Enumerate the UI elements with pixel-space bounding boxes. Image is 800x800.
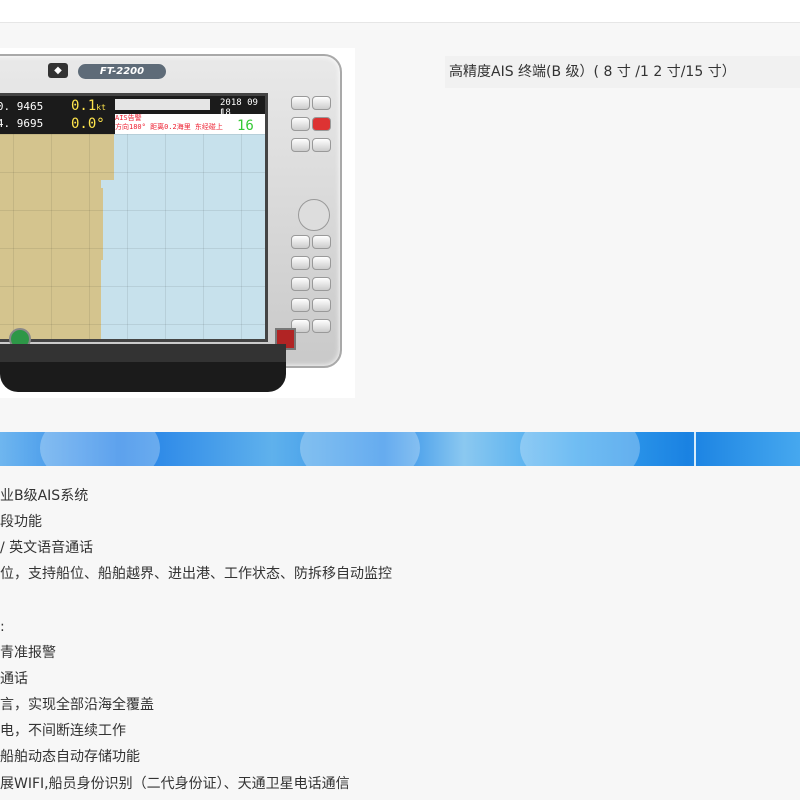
product-title: 高精度AIS 终端(B 级）( 8 寸 /1 2 寸/15 寸）	[445, 56, 800, 88]
device-key	[291, 138, 310, 152]
feature-item: 船舶动态自动存储功能	[0, 749, 140, 765]
device-screen: ° 20. 9465 ° 04. 9695 0.1kt 0.0° 2018 09…	[0, 93, 268, 342]
screen-menu-strip	[115, 99, 210, 110]
device-key	[312, 235, 331, 249]
mob-key	[312, 117, 331, 131]
banner-highlight	[520, 432, 640, 466]
feature-item: 通话	[0, 671, 28, 687]
decorative-banner	[0, 432, 800, 466]
course-readout: 0.0°	[71, 116, 105, 132]
top-bar	[0, 0, 800, 23]
feature-item: 电，不间断连续工作	[0, 723, 126, 739]
device-key	[291, 277, 310, 291]
device-keypad	[288, 96, 334, 341]
model-name: FT-2200	[78, 64, 166, 79]
longitude-readout: ° 04. 9695	[0, 117, 44, 130]
device-key	[291, 117, 310, 131]
product-image: ◆ FT-2200 ° 20. 9465 ° 04. 9695 0.1kt 0.…	[0, 48, 355, 398]
banner-highlight	[300, 432, 420, 466]
brand-logo: ◆	[48, 63, 68, 78]
feature-item: / 英文语音通话	[0, 540, 94, 556]
feature-item: :	[0, 619, 5, 635]
device-key	[291, 256, 310, 270]
banner-divider	[694, 432, 696, 466]
direction-pad	[298, 199, 330, 231]
feature-item: 段功能	[0, 514, 42, 530]
nautical-chart	[0, 134, 265, 339]
device-key	[312, 277, 331, 291]
latitude-readout: ° 20. 9465	[0, 100, 44, 113]
feature-item: 业B级AIS系统	[0, 488, 89, 504]
screen-status-bar: ° 20. 9465 ° 04. 9695 0.1kt 0.0° 2018 09…	[0, 96, 265, 134]
channel-readout: 16	[237, 118, 254, 134]
feature-item: 青准报警	[0, 645, 56, 661]
speed-readout: 0.1kt	[71, 98, 106, 114]
device-stand	[0, 344, 286, 392]
device-key	[312, 138, 331, 152]
device-key	[312, 298, 331, 312]
device-key	[291, 96, 310, 110]
device-key	[291, 298, 310, 312]
feature-item: 位，支持船位、船舶越界、进出港、工作状态、防拆移自动监控	[0, 566, 392, 582]
feature-list: 业B级AIS系统 段功能 / 英文语音通话 位，支持船位、船舶越界、进出港、工作…	[0, 480, 800, 800]
device-key	[291, 235, 310, 249]
feature-item: 言，实现全部沿海全覆盖	[0, 697, 154, 713]
chart-plotter-device: ◆ FT-2200 ° 20. 9465 ° 04. 9695 0.1kt 0.…	[0, 54, 342, 368]
chart-grid	[0, 134, 265, 339]
feature-item: 展WIFI,船员身份识别（二代身份证）、天通卫星电话通信	[0, 776, 350, 792]
device-key	[312, 319, 331, 333]
banner-highlight	[40, 432, 160, 466]
device-key	[312, 256, 331, 270]
device-key	[312, 96, 331, 110]
